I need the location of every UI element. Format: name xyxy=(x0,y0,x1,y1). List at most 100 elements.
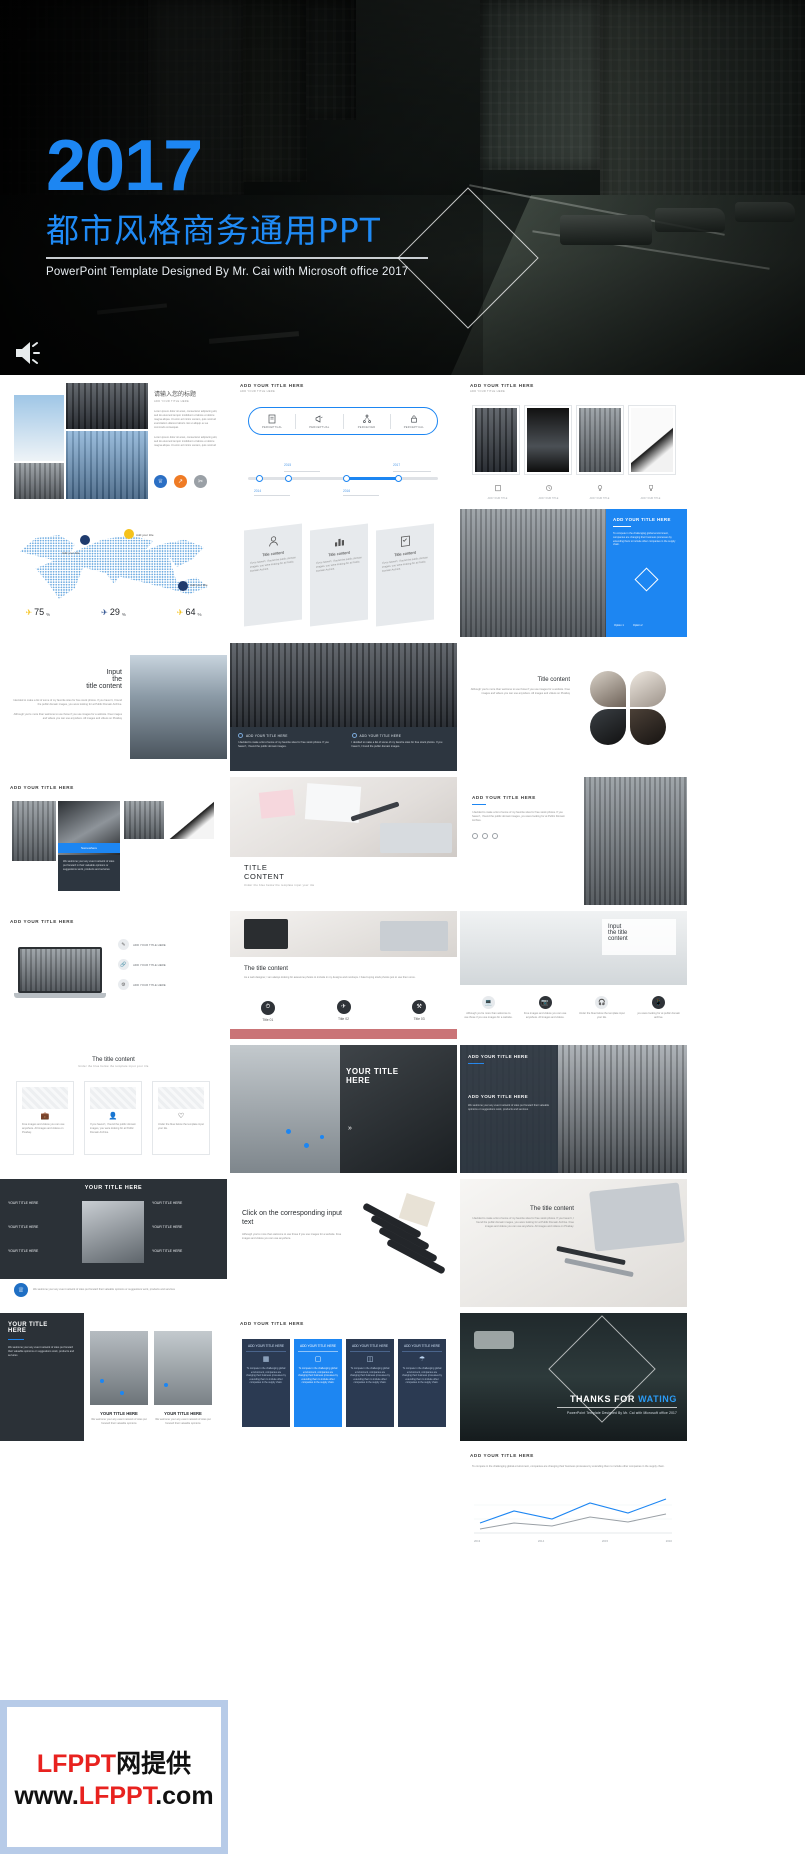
photo-frame[interactable] xyxy=(576,405,624,475)
photo-laptop xyxy=(380,921,448,951)
slide-cell[interactable]: Input the title content I decided to mak… xyxy=(0,643,227,771)
map-pin[interactable] xyxy=(178,581,188,591)
slide-22[interactable]: The title content I decided to make a li… xyxy=(460,1179,687,1307)
blue-card[interactable]: ADD YOUR TITLE HERE ▢ To compete in the … xyxy=(294,1339,342,1427)
stat-value: 64 xyxy=(185,607,196,617)
slide-cell[interactable]: The title content As a web designer, I a… xyxy=(230,911,457,1039)
petal-image xyxy=(590,671,626,707)
option-1-label[interactable]: Option 1 xyxy=(614,624,624,627)
slide-2[interactable]: ADD YOUR TITLE HERE ADD YOUR TITLE HERE … xyxy=(230,375,457,503)
slide-cell[interactable]: 请输入您的标题 ADD YOUR TITLE HERE Lorem ipsum … xyxy=(0,375,227,503)
slide-cell[interactable]: ADD YOUR TITLE HERE ADD YOUR TITLE HERE … xyxy=(230,1313,457,1441)
speaker-icon[interactable] xyxy=(14,340,42,366)
slide-1-title: 请输入您的标题 xyxy=(154,392,197,398)
photo-frame[interactable] xyxy=(524,405,572,475)
photo-laptop-screen xyxy=(18,947,102,993)
slide-14[interactable]: The title content As a web designer, I a… xyxy=(230,911,457,1039)
slide-cell[interactable]: ADD YOUR TITLE HERE ADD YOUR TITLE HERE xyxy=(460,375,687,503)
map-pin[interactable] xyxy=(80,535,90,545)
camera-icon[interactable]: 📷 xyxy=(538,996,552,1009)
clock-icon[interactable]: ⏱ xyxy=(260,1000,275,1015)
slide-cell[interactable]: The title content Under the blue below t… xyxy=(0,1045,227,1173)
carousel-dots-icon[interactable] xyxy=(472,833,572,840)
slide-13[interactable]: ADD YOUR TITLE HERE ✎ ADD YOUR TITLE HER… xyxy=(0,911,227,1039)
card-body: Free images and videos you can use anywh… xyxy=(22,1123,65,1135)
slide-8[interactable]: ADD YOUR TITLE HERE I decided to make a … xyxy=(230,643,457,771)
pencil-icon[interactable]: ✎ xyxy=(118,939,129,950)
feature-pill-group[interactable]: PERCEPTUAL PERCEPTUAL PERCEIVED PERCEPTU… xyxy=(248,407,438,435)
slide-5[interactable]: Title content If you haven't, I found th… xyxy=(230,509,457,637)
slide-12[interactable]: ADD YOUR TITLE HERE I decided to make a … xyxy=(460,777,687,905)
slide-23[interactable]: YOUR TITLE HERE We welcome your any even… xyxy=(0,1313,227,1441)
navy-card[interactable]: ADD YOUR TITLE HERE ◫ To compete in the … xyxy=(346,1339,394,1427)
wrench-icon[interactable]: ✂ xyxy=(194,475,207,488)
tilted-card[interactable]: Title content If you haven't, I found th… xyxy=(376,523,434,627)
slide-3-title: ADD YOUR TITLE HERE xyxy=(470,383,534,388)
slide-cell[interactable]: YOUR TITLE HERE » xyxy=(230,1045,457,1173)
slide-6[interactable]: ADD YOUR TITLE HERE To compete in the ch… xyxy=(460,509,687,637)
info-card[interactable]: ♡ Under the blue below the template inpu… xyxy=(152,1081,210,1155)
slide-cell[interactable]: TITLE CONTENT Under the blue below the t… xyxy=(230,777,457,905)
slide-cell[interactable]: Title content Although you're more than … xyxy=(460,643,687,771)
photo-frame[interactable] xyxy=(472,405,520,475)
headphone-icon[interactable]: 🎧 xyxy=(595,996,609,1009)
pill-segment-3[interactable]: PERCEIVED xyxy=(344,413,391,429)
slide-cell[interactable]: YOUR TITLE HERE We welcome your any even… xyxy=(0,1313,227,1441)
slide-cell[interactable]: Add your title Add your title Add your t… xyxy=(0,509,227,637)
slide-19[interactable]: ADD YOUR TITLE HERE To compete in the ch… xyxy=(460,1447,687,1555)
gear-icon[interactable]: ⚙ xyxy=(118,979,129,990)
slide-cell[interactable]: THANKS FOR WATING PowerPoint Template De… xyxy=(460,1313,687,1441)
slide-cell[interactable]: ADD YOUR TITLE HERE To compete in the ch… xyxy=(460,1447,687,1555)
slide-15[interactable]: Input the title content 💻 Although you'r… xyxy=(460,911,687,1039)
slide-3[interactable]: ADD YOUR TITLE HERE ADD YOUR TITLE HERE xyxy=(460,375,687,503)
chart-icon[interactable]: ↗ xyxy=(174,475,187,488)
hammer-icon[interactable]: ⚒ xyxy=(412,999,427,1014)
slide-cell[interactable]: The title content I decided to make a li… xyxy=(460,1179,687,1307)
tilted-card[interactable]: Title content If you haven't, I found th… xyxy=(310,523,368,627)
slide-11[interactable]: TITLE CONTENT Under the blue below the t… xyxy=(230,777,457,905)
slide-cell[interactable]: Title content If you haven't, I found th… xyxy=(230,509,457,637)
rocket-icon[interactable]: ✈ xyxy=(336,999,351,1014)
slide-20[interactable]: YOUR TITLE HERE YOUR TITLE HERE YOUR TIT… xyxy=(0,1179,227,1307)
photo-frame[interactable] xyxy=(628,405,676,475)
pill-segment-4[interactable]: PERCEPTUAL xyxy=(391,414,437,429)
slide-cell[interactable]: Input the title content 💻 Although you'r… xyxy=(460,911,687,1039)
slide-cell[interactable]: ADD YOUR TITLE HERE ADD YOUR TITLE HERE … xyxy=(230,375,457,503)
slide-cell[interactable]: YOUR TITLE HERE YOUR TITLE HERE YOUR TIT… xyxy=(0,1179,227,1307)
card-body: If you haven't, I found the public domai… xyxy=(382,556,428,573)
slide-cell[interactable]: ADD YOUR TITLE HERE Somewhere We welcome… xyxy=(0,777,227,905)
slide-cell[interactable]: ADD YOUR TITLE HERE ✎ ADD YOUR TITLE HER… xyxy=(0,911,227,1039)
slide-cell[interactable]: ADD YOUR TITLE HERE I decided to make a … xyxy=(230,643,457,771)
slide-25[interactable]: ADD YOUR TITLE HERE ADD YOUR TITLE HERE … xyxy=(230,1313,457,1441)
slide-1[interactable]: 请输入您的标题 ADD YOUR TITLE HERE Lorem ipsum … xyxy=(0,375,227,503)
slide-cell[interactable]: Click on the corresponding input text Al… xyxy=(230,1179,457,1307)
watermark-box: LFPPT网提供 www.LFPPT.com xyxy=(0,1700,228,1854)
map-pin[interactable] xyxy=(124,529,134,539)
chevron-right-icon[interactable]: » xyxy=(348,1125,352,1132)
slide-21[interactable]: Click on the corresponding input text Al… xyxy=(230,1179,457,1307)
slide-cell[interactable]: ADD YOUR TITLE HERE ADD YOUR TITLE HERE … xyxy=(460,1045,687,1173)
slide-16[interactable]: The title content Under the blue below t… xyxy=(0,1045,227,1173)
slide-cell[interactable]: ADD YOUR TITLE HERE To compete in the ch… xyxy=(460,509,687,637)
phone-icon[interactable]: 📱 xyxy=(652,996,666,1009)
slide-17[interactable]: YOUR TITLE HERE » xyxy=(230,1045,457,1173)
option-2-label[interactable]: Option 2 xyxy=(633,624,643,627)
slide-4[interactable]: Add your title Add your title Add your t… xyxy=(0,509,227,637)
slide-cell[interactable]: ADD YOUR TITLE HERE I decided to make a … xyxy=(460,777,687,905)
slide-7[interactable]: Input the title content I decided to mak… xyxy=(0,643,227,771)
globe-icon[interactable]: ♕ xyxy=(154,475,167,488)
info-card[interactable]: 💼 Free images and videos you can use any… xyxy=(16,1081,74,1155)
slide-26[interactable]: THANKS FOR WATING PowerPoint Template De… xyxy=(460,1313,687,1441)
slide-10[interactable]: ADD YOUR TITLE HERE Somewhere We welcome… xyxy=(0,777,227,905)
link-icon[interactable]: 🔗 xyxy=(118,959,129,970)
laptop-icon[interactable]: 💻 xyxy=(481,996,495,1009)
pill-segment-2[interactable]: PERCEPTUAL xyxy=(296,413,344,429)
pill-segment-1[interactable]: PERCEPTUAL xyxy=(249,413,297,429)
slide-9[interactable]: Title content Although you're more than … xyxy=(460,643,687,771)
tilted-card[interactable]: Title content If you haven't, I found th… xyxy=(244,523,302,627)
navy-card[interactable]: ADD YOUR TITLE HERE ▦ To compete in the … xyxy=(242,1339,290,1427)
navy-card[interactable]: ADD YOUR TITLE HERE ☂ To compete in the … xyxy=(398,1339,446,1427)
slide-18[interactable]: ADD YOUR TITLE HERE ADD YOUR TITLE HERE … xyxy=(460,1045,687,1173)
title-overlay: Input the title content xyxy=(602,919,676,955)
info-card[interactable]: 👤 If you haven't, I found the public dom… xyxy=(84,1081,142,1155)
